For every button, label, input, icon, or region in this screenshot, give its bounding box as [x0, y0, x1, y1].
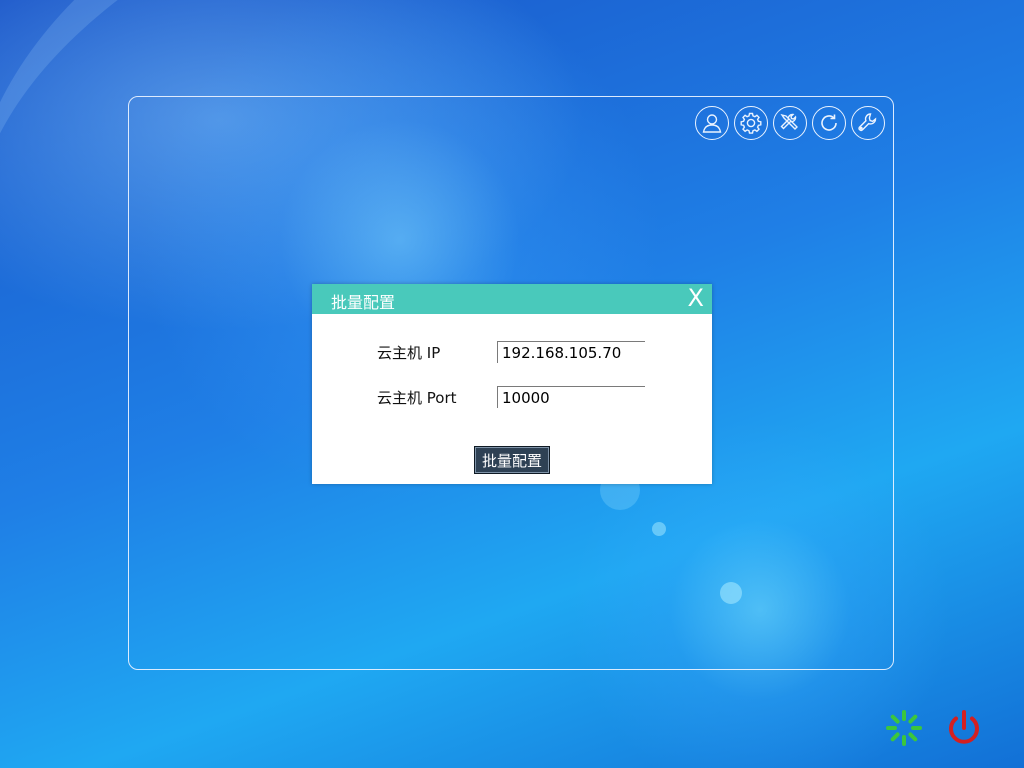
- host-ip-input[interactable]: [497, 341, 645, 363]
- gear-icon: [740, 112, 762, 134]
- host-ip-label: 云主机 IP: [377, 343, 441, 362]
- user-button[interactable]: [695, 106, 729, 140]
- wrench-button[interactable]: [851, 106, 885, 140]
- toolbar: [695, 106, 885, 140]
- tools-icon: [780, 113, 798, 130]
- close-button[interactable]: X: [688, 285, 704, 311]
- host-port-label: 云主机 Port: [377, 388, 457, 407]
- host-ip-row: 云主机 IP: [377, 341, 645, 363]
- settings-button[interactable]: [734, 106, 768, 140]
- loading-button[interactable]: [884, 708, 924, 748]
- power-button[interactable]: [944, 708, 984, 748]
- refresh-button[interactable]: [812, 106, 846, 140]
- power-icon: [949, 710, 979, 744]
- wrench-icon: [858, 113, 877, 132]
- dialog-title-bar: 批量配置 X: [312, 284, 712, 314]
- batch-config-button[interactable]: 批量配置: [474, 446, 550, 474]
- tools-button[interactable]: [773, 106, 807, 140]
- user-icon: [702, 114, 722, 133]
- loading-spinner-icon: [886, 710, 922, 746]
- refresh-icon: [821, 114, 837, 131]
- host-port-row: 云主机 Port: [377, 386, 645, 408]
- batch-config-dialog: 批量配置 X 云主机 IP 云主机 Port 批量配置: [312, 284, 712, 484]
- host-port-input[interactable]: [497, 386, 645, 408]
- dialog-title: 批量配置: [331, 293, 396, 312]
